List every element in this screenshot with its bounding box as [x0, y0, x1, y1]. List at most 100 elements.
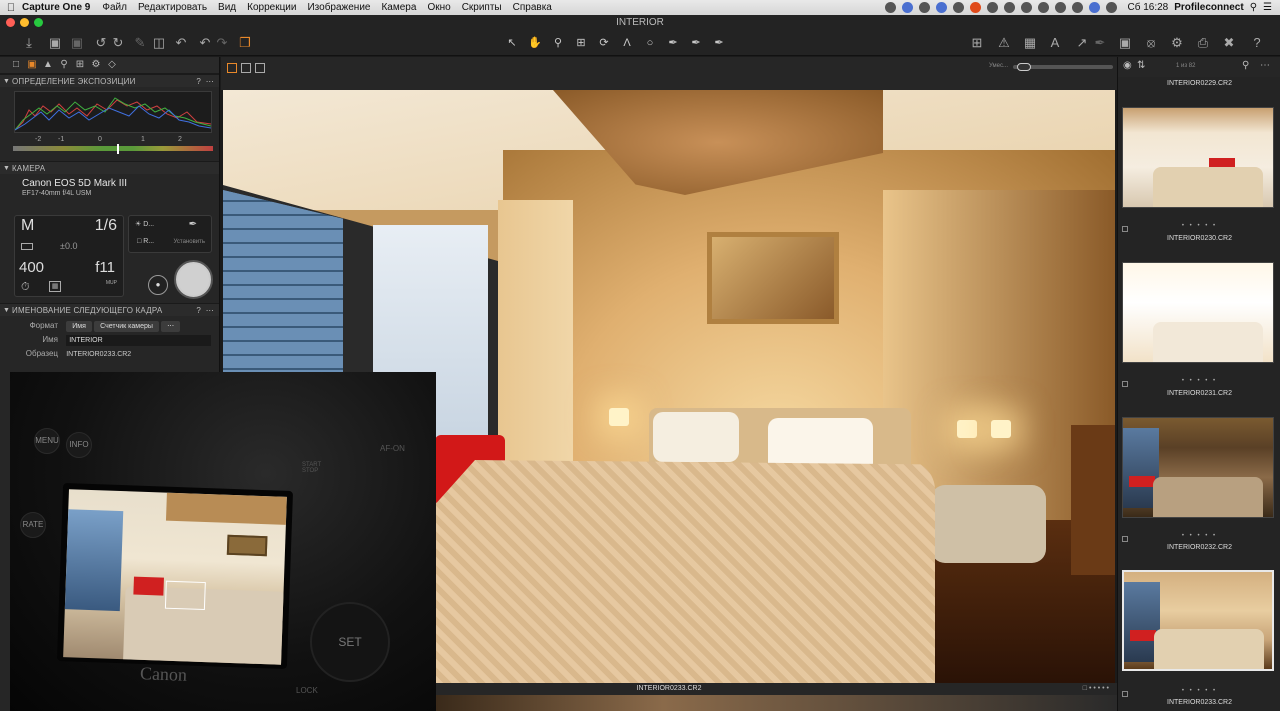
opera-icon[interactable]: [970, 2, 982, 13]
redo-icon[interactable]: ↷: [213, 34, 231, 52]
focus-mask-icon[interactable]: ▦: [1021, 34, 1039, 52]
wb-picker-icon[interactable]: ✒: [189, 219, 197, 230]
capture-button[interactable]: [174, 260, 213, 299]
brush-icon[interactable]: ✒: [664, 34, 682, 52]
collapse-arrow-icon[interactable]: ▼: [3, 304, 10, 317]
tools-icon[interactable]: ✖: [1220, 34, 1238, 52]
clock[interactable]: Сб 16:28: [1127, 2, 1168, 13]
thumb-checkbox[interactable]: [1122, 536, 1128, 542]
link-icon[interactable]: ✒: [1091, 34, 1109, 52]
thumbnail[interactable]: [1122, 262, 1274, 363]
undo-icon[interactable]: ↶: [196, 34, 214, 52]
flag-icon[interactable]: [1089, 2, 1101, 13]
menu-view[interactable]: Вид: [218, 2, 236, 13]
tray-icon[interactable]: [987, 2, 999, 13]
undo-all-icon[interactable]: ↶: [172, 34, 190, 52]
thumb-rating[interactable]: • • • • •: [1118, 378, 1280, 386]
help-icon[interactable]: ?: [1248, 34, 1266, 52]
rotate-left-icon[interactable]: ↺: [92, 34, 110, 52]
airplay-icon[interactable]: [1004, 2, 1016, 13]
thumb-rating[interactable]: • • • • •: [1118, 223, 1280, 231]
multi-view-icon[interactable]: [227, 63, 237, 73]
exposure-evaluation-header[interactable]: ▼ ОПРЕДЕЛЕНИЕ ЭКСПОЗИЦИИ ? ⋯: [0, 74, 219, 87]
movie-record-button[interactable]: ●: [148, 275, 168, 295]
name-input[interactable]: INTERIOR: [66, 335, 212, 346]
grid-icon[interactable]: ⊞: [968, 34, 986, 52]
menu-window[interactable]: Окно: [427, 2, 450, 13]
tray-icon[interactable]: [885, 2, 897, 13]
help-icon[interactable]: ?: [196, 304, 201, 317]
set-button[interactable]: Установить: [174, 239, 206, 245]
tray-icon[interactable]: [919, 2, 931, 13]
wifi-icon[interactable]: [1055, 2, 1067, 13]
capture-tab-icon[interactable]: ▣: [26, 59, 38, 71]
sort-icon[interactable]: ⇅: [1137, 60, 1145, 71]
user-name[interactable]: Profileconnect: [1174, 2, 1243, 13]
menu-edit[interactable]: Редактировать: [138, 2, 207, 13]
shutter-speed[interactable]: 1/6: [95, 217, 117, 235]
menu-camera[interactable]: Камера: [381, 2, 416, 13]
notification-icon[interactable]: ☰: [1263, 2, 1272, 13]
volume-icon[interactable]: [1072, 2, 1084, 13]
thumb-checkbox[interactable]: [1122, 691, 1128, 697]
aperture-value[interactable]: f11: [95, 259, 115, 276]
select-cursor-icon[interactable]: ↖: [503, 34, 521, 52]
thumb-checkbox[interactable]: [1122, 381, 1128, 387]
crop-icon[interactable]: ⊞: [572, 34, 590, 52]
bluetooth-icon[interactable]: [1038, 2, 1050, 13]
copy-apply-icon[interactable]: ❐: [236, 34, 254, 52]
share-icon[interactable]: ↗: [1073, 34, 1091, 52]
thumbnail[interactable]: [1122, 417, 1274, 518]
tray-icon[interactable]: [953, 2, 965, 13]
lens-icon[interactable]: ⦻: [1142, 34, 1160, 52]
battery-icon[interactable]: [1106, 2, 1118, 13]
exposure-warning-icon[interactable]: ⚠: [995, 34, 1013, 52]
thumb-rating[interactable]: • • • • •: [1118, 688, 1280, 696]
format-token-name[interactable]: Имя: [66, 321, 92, 332]
settings-gear-icon[interactable]: ⚙: [1168, 34, 1186, 52]
edit-icon[interactable]: ✎: [131, 34, 149, 52]
iso-value[interactable]: 400: [19, 259, 44, 276]
exposure-mode[interactable]: M: [21, 217, 34, 235]
skype-icon[interactable]: [936, 2, 948, 13]
print-icon[interactable]: ⎙: [1194, 34, 1212, 52]
folder-tab-icon[interactable]: □: [10, 59, 22, 71]
camera-header[interactable]: ▼ КАМЕРА: [0, 161, 219, 174]
app-menu[interactable]: Capture One 9: [22, 2, 90, 13]
menu-scripts[interactable]: Скрипты: [462, 2, 502, 13]
collapse-arrow-icon[interactable]: ▼: [3, 75, 10, 88]
self-timer-icon[interactable]: ⏱: [21, 281, 30, 294]
annotate-icon[interactable]: ✒: [710, 34, 728, 52]
file-format-value[interactable]: □ R...: [137, 238, 154, 245]
text-icon[interactable]: A: [1046, 34, 1064, 52]
eye-icon[interactable]: ◉: [1123, 60, 1132, 71]
spotlight-icon[interactable]: ⚲: [1250, 2, 1257, 13]
more-icon[interactable]: ⋯: [206, 304, 214, 317]
search-icon[interactable]: ⚲: [1242, 60, 1249, 71]
thumb-rating[interactable]: • • • • •: [1118, 533, 1280, 541]
more-icon[interactable]: ⋯: [206, 75, 214, 88]
pan-hand-icon[interactable]: ✋: [526, 34, 544, 52]
menu-help[interactable]: Справка: [513, 2, 552, 13]
help-icon[interactable]: ?: [196, 75, 201, 88]
keystone-icon[interactable]: Λ: [618, 34, 636, 52]
loupe-icon[interactable]: ⚲: [549, 34, 567, 52]
thumb-checkbox[interactable]: [1122, 226, 1128, 232]
capture-icon[interactable]: ▣: [46, 34, 64, 52]
import-icon[interactable]: ⤓: [20, 34, 38, 52]
exposure-compensation[interactable]: ±0.0: [60, 241, 77, 251]
thumbnail[interactable]: [1122, 107, 1274, 208]
timemachine-icon[interactable]: [1021, 2, 1033, 13]
zoom-slider-handle[interactable]: [1017, 63, 1031, 71]
collapse-arrow-icon[interactable]: ▼: [3, 162, 10, 175]
exposure-tab-icon[interactable]: ⚲: [58, 59, 70, 71]
menu-image[interactable]: Изображение: [307, 2, 370, 13]
white-balance-value[interactable]: ☀ D...: [135, 220, 154, 228]
tray-icon[interactable]: [902, 2, 914, 13]
thumbnail-selected[interactable]: [1122, 570, 1274, 671]
apple-icon[interactable]: : [0, 2, 22, 14]
picker-icon[interactable]: ✒: [687, 34, 705, 52]
zoom-label[interactable]: Умес...: [989, 63, 1008, 69]
filter-icon[interactable]: ⋯: [1260, 60, 1270, 71]
live-view-icon[interactable]: ▣: [68, 34, 86, 52]
